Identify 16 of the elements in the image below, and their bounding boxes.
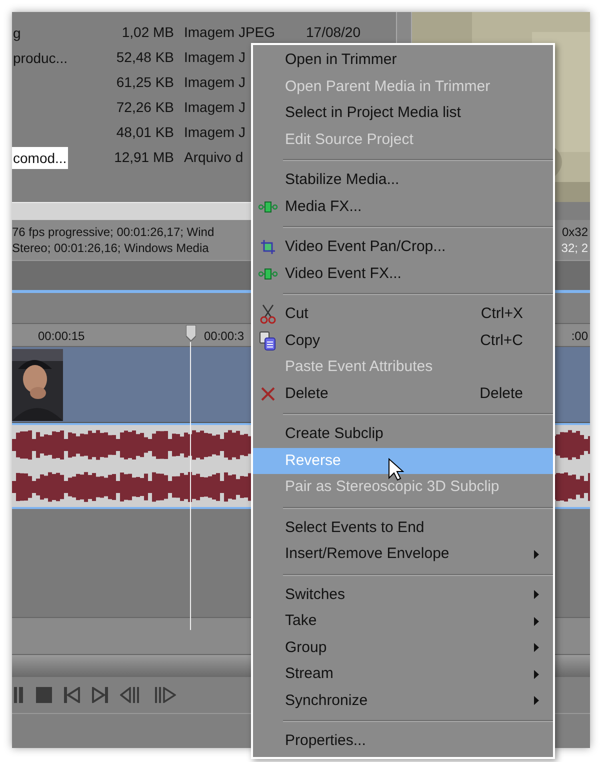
ruler-time: 00:00:15 bbox=[38, 328, 85, 345]
media-info-text: Stereo; 00:01:26,16; Windows Media bbox=[12, 240, 209, 256]
file-type: Imagem JPEG bbox=[184, 23, 276, 42]
file-type: Arquivo d bbox=[184, 148, 244, 167]
file-size: 1,02 MB bbox=[120, 23, 174, 42]
file-date: 17/08/20 bbox=[306, 23, 360, 42]
preview-info-text: 32; 2 bbox=[561, 240, 588, 256]
media-info-text: 76 fps progressive; 00:01:26,17; Wind bbox=[12, 224, 214, 240]
file-size: 48,01 KB bbox=[115, 123, 174, 142]
preview-info-text: 0x32 bbox=[562, 224, 588, 240]
file-size: 72,26 KB bbox=[115, 98, 174, 117]
ruler-time: 00:00:3 bbox=[204, 328, 244, 345]
file-size: 12,91 MB bbox=[113, 148, 174, 167]
file-size: 61,25 KB bbox=[115, 73, 174, 92]
file-size: 52,48 KB bbox=[115, 48, 174, 67]
ruler-time: :00 bbox=[571, 328, 588, 345]
